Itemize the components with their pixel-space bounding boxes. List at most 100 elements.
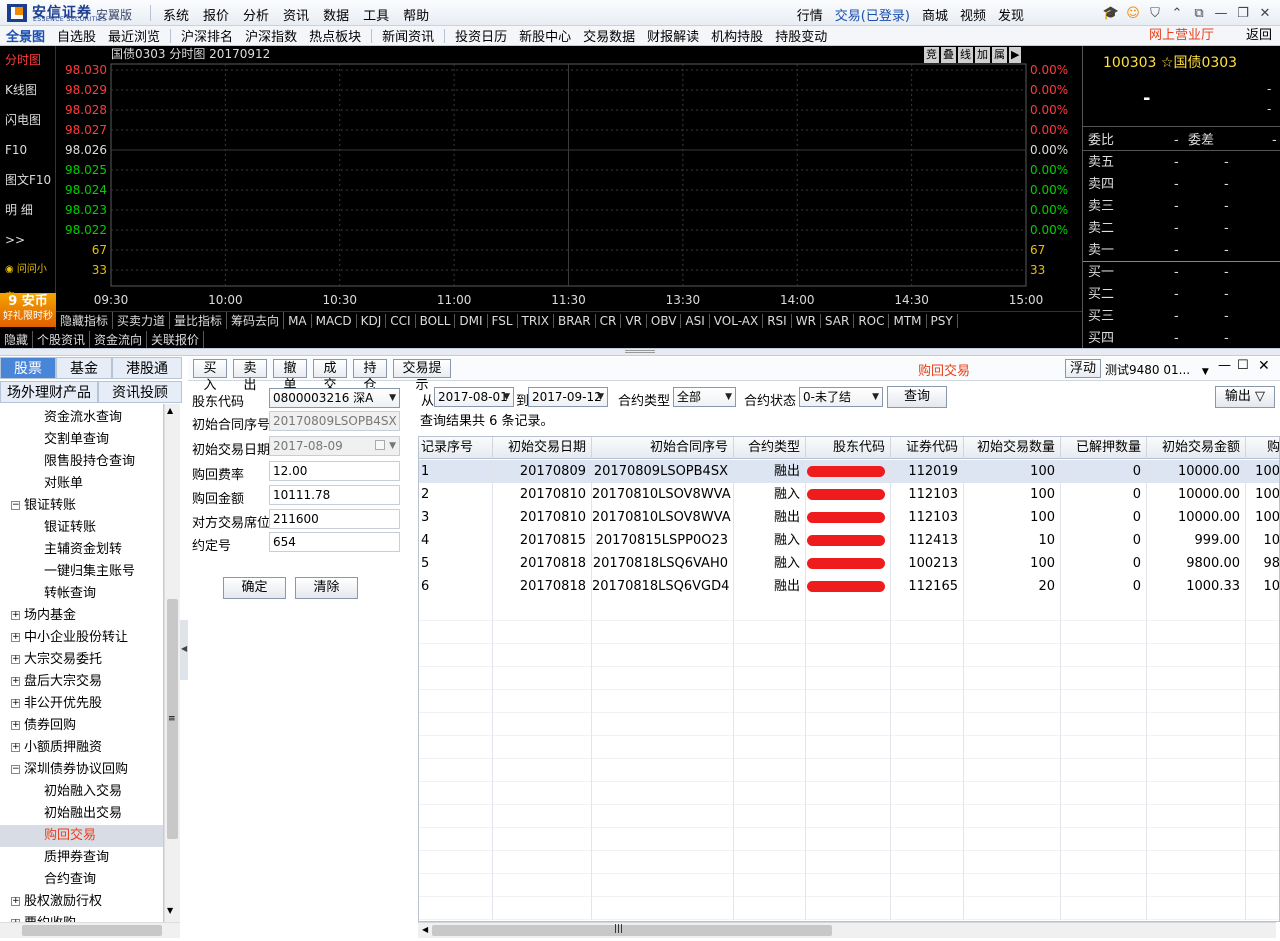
panel-close-icon[interactable]: ✕ (1258, 358, 1270, 374)
indicator-3[interactable]: 筹码去向 (227, 312, 285, 329)
tree-item[interactable]: 银证转账 (0, 517, 163, 539)
shirt-icon[interactable]: ⛉ (1144, 2, 1166, 24)
column-header[interactable]: 初始合同序号 (592, 437, 734, 459)
column-header[interactable]: 初始交易日期 (493, 437, 592, 459)
table-row[interactable]: 2 20170810 20170810LSOV8WVA 融入 112103 100 0 100… (419, 483, 1279, 506)
online-hall-link[interactable]: 网上营业厅 (1143, 26, 1220, 46)
tree-item[interactable]: +要约收购 (0, 913, 163, 922)
chart-tab-4[interactable]: 图文F10 (0, 166, 56, 194)
collapse-left-handle[interactable]: ◀ (180, 620, 188, 680)
tree-item[interactable]: − 银证转账 (0, 495, 163, 517)
column-header[interactable]: 证券代码 (891, 437, 964, 459)
tree-item[interactable]: 初始融出交易 (0, 803, 163, 825)
nav-item-6[interactable]: 新闻资讯 (376, 26, 440, 45)
indicator-22[interactable]: MTM (889, 313, 927, 328)
left-tab-4[interactable]: 资讯投顾 (98, 381, 182, 403)
tree-item[interactable]: + 股权激励行权 (0, 891, 163, 913)
chevron-up-icon[interactable]: ⌃ (1166, 2, 1188, 24)
indicator-11[interactable]: TRIX (518, 313, 554, 328)
tree-item[interactable]: 资金流水查询 (0, 407, 163, 429)
column-header[interactable]: 股东代码 (806, 437, 891, 459)
restore-small-icon[interactable]: ⧉ (1188, 2, 1210, 24)
indicator-17[interactable]: VOL-AX (710, 313, 764, 328)
smile-icon[interactable]: ☺ (1122, 2, 1144, 24)
tree-item[interactable]: + 小额质押融资 (0, 737, 163, 759)
indicator-8[interactable]: BOLL (416, 313, 456, 328)
indicator-15[interactable]: OBV (647, 313, 682, 328)
tree-toggle-icon[interactable]: + (11, 897, 20, 906)
from-date-picker[interactable]: 2017-08-01 (434, 387, 514, 407)
tree-item[interactable]: + 大宗交易委托 (0, 649, 163, 671)
tree-item[interactable]: 交割单查询 (0, 429, 163, 451)
contract-field[interactable]: 20170809LSOPB4SX (269, 411, 400, 431)
column-header[interactable]: 初始交易金额 (1147, 437, 1246, 459)
tree-item[interactable]: + 非公开优先股 (0, 693, 163, 715)
close-icon[interactable]: ✕ (1254, 2, 1276, 24)
toolbar-button-3[interactable]: 成交 (313, 359, 347, 393)
indicator-12[interactable]: BRAR (554, 313, 596, 328)
float-button[interactable]: 浮动 (1065, 359, 1102, 378)
nav-item-8[interactable]: 新股中心 (513, 26, 577, 45)
panel-splitter[interactable] (0, 348, 1280, 356)
indicator-13[interactable]: CR (596, 313, 622, 328)
tree-item[interactable]: + 债券回购 (0, 715, 163, 737)
nav-item-7[interactable]: 投资日历 (449, 26, 513, 45)
chart-tool-5[interactable]: ▶ (1009, 47, 1022, 63)
table-row[interactable]: 5 20170818 20170818LSQ6VAH0 融入 100213 100 0 980… (419, 552, 1279, 575)
subbar-item-2[interactable]: 资金流向 (90, 330, 148, 348)
tree-item[interactable]: 质押券查询 (0, 847, 163, 869)
chart-tab-1[interactable]: K线图 (0, 76, 56, 104)
amount-field[interactable]: 10111.78 (269, 485, 400, 505)
nav-item-2[interactable]: 最近浏览 (102, 26, 166, 45)
calendar-icon[interactable] (375, 440, 385, 450)
column-header[interactable]: 记录序号 (419, 437, 493, 459)
tree-item[interactable]: 初始融入交易 (0, 781, 163, 803)
panel-maximize-icon[interactable]: ☐ (1237, 358, 1249, 373)
table-row[interactable]: 1 20170809 20170809LSOPB4SX 融出 112019 100 0 100… (419, 460, 1279, 483)
column-header[interactable]: 购 (1246, 437, 1279, 459)
table-row[interactable]: 4 20170815 20170815LSPP0O23 融入 112413 10 0 999.… (419, 529, 1279, 552)
top-link[interactable]: 视频 (960, 5, 986, 24)
tree-item[interactable]: + 中小企业股份转让 (0, 627, 163, 649)
indicator-23[interactable]: PSY (927, 313, 958, 328)
tree-toggle-icon[interactable]: + (11, 611, 20, 620)
indicator-7[interactable]: CCI (386, 313, 416, 328)
tree-toggle-icon[interactable]: + (11, 633, 20, 642)
tree-toggle-icon[interactable]: + (11, 721, 20, 730)
circle-small-icon[interactable]: ◉ 问问小安 (0, 256, 56, 303)
indicator-5[interactable]: MACD (312, 313, 357, 328)
tree-item[interactable]: + 场内基金 (0, 605, 163, 627)
tree-toggle-icon[interactable]: − (11, 765, 20, 774)
graduation-icon[interactable]: 🎓 (1100, 2, 1122, 24)
chart-tool-3[interactable]: 加 (975, 47, 990, 63)
indicator-20[interactable]: SAR (821, 313, 855, 328)
chart-tab-3[interactable]: F10 (0, 136, 56, 164)
left-tab-2[interactable]: 港股通 (112, 357, 182, 379)
left-tab-0[interactable]: 股票 (0, 357, 56, 379)
promo-badge[interactable]: 9 安币 好礼限时秒 (0, 293, 56, 327)
tree-item[interactable]: 购回交易 (0, 825, 163, 847)
menu-item[interactable]: 帮助 (403, 5, 429, 24)
top-link[interactable]: 商城 (922, 5, 948, 24)
top-link[interactable]: 发现 (998, 5, 1024, 24)
table-horizontal-scrollbar[interactable]: ◀ ||| (418, 922, 1276, 938)
to-date-picker[interactable]: 2017-09-12 (528, 387, 608, 407)
confirm-button[interactable]: 确定 (223, 577, 286, 599)
table-row[interactable]: 3 20170810 20170810LSOV8WVA 融出 112103 100 0 100… (419, 506, 1279, 529)
top-link[interactable]: 交易(已登录) (835, 5, 910, 24)
indicator-2[interactable]: 量比指标 (170, 312, 228, 329)
menu-item[interactable]: 数据 (323, 5, 349, 24)
chart-tab-0[interactable]: 分时图 (0, 46, 56, 74)
chart-tab-6[interactable]: >> (0, 226, 56, 254)
tree-item[interactable]: 主辅资金划转 (0, 539, 163, 561)
subbar-item-1[interactable]: 个股资讯 (33, 330, 91, 348)
tree-item[interactable]: 限售股持仓查询 (0, 451, 163, 473)
tree-toggle-icon[interactable]: + (11, 677, 20, 686)
column-header[interactable]: 初始交易数量 (964, 437, 1061, 459)
nav-item-12[interactable]: 持股变动 (769, 26, 833, 45)
nav-item-0[interactable]: 全景图 (0, 26, 51, 45)
toolbar-button-0[interactable]: 买入 (193, 359, 227, 393)
rate-field[interactable]: 12.00 (269, 461, 400, 481)
indicator-9[interactable]: DMI (455, 313, 488, 328)
panel-minimize-icon[interactable]: — (1218, 358, 1231, 373)
